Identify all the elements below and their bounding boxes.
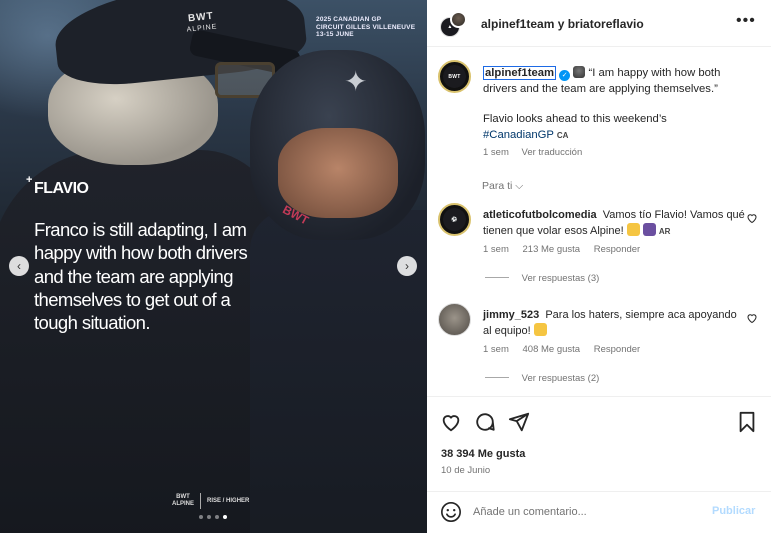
replies-line	[485, 277, 509, 278]
event-circuit: CIRCUIT GILLES VILLENEUVE	[316, 23, 416, 31]
comment-likes[interactable]: 408 Me gusta	[523, 344, 581, 355]
comment-bubble-icon[interactable]	[474, 411, 496, 433]
comment-input[interactable]	[473, 501, 703, 523]
translate-link[interactable]: Ver traducción	[522, 147, 583, 158]
view-replies-button[interactable]: Ver respuestas (2)	[485, 373, 599, 384]
for-you-label: Para ti	[482, 180, 513, 192]
club-logo-icon: ⚽	[451, 216, 458, 223]
heart-icon[interactable]	[746, 212, 758, 224]
carousel-dot	[215, 515, 219, 519]
chevron-right-icon: ›	[405, 259, 409, 273]
carousel-prev-button[interactable]: ‹	[9, 256, 29, 276]
verified-badge-icon: ✓	[559, 70, 571, 81]
comment-meta: 1 sem 408 Me gusta Responder	[483, 344, 651, 355]
caption-meta: 1 sem Ver traducción	[483, 147, 592, 158]
comment-username[interactable]: jimmy_523	[483, 309, 539, 321]
post-date: 10 de Junio	[441, 465, 491, 476]
comment-text: atleticofutbolcomedia Vamos tío Flavio! …	[483, 208, 745, 239]
praying-hands-emoji-icon	[533, 323, 547, 337]
carousel-dot-active	[223, 515, 227, 519]
image-footer-logos: BWT ALPINE RISE / HIGHER	[172, 493, 249, 509]
image-quote: Franco is still adapting, I am happy wit…	[34, 219, 248, 334]
for-you-toggle[interactable]: Para ti ⌵	[482, 180, 523, 193]
caption-username[interactable]: alpinef1team	[483, 66, 557, 80]
carousel-next-button[interactable]: ›	[397, 256, 417, 276]
reply-button[interactable]: Responder	[594, 344, 640, 355]
event-dates: 13-15 JUNE	[316, 31, 354, 38]
footer-separator	[200, 493, 202, 509]
event-badge: 2025 CANADIAN GP CIRCUIT GILLES VILLENEU…	[316, 16, 415, 39]
footer-brand-logo: BWT ALPINE	[172, 494, 194, 508]
add-comment-bar: Publicar	[427, 491, 771, 533]
replies-line	[485, 377, 509, 378]
carousel-dot	[207, 515, 211, 519]
likes-count[interactable]: 38 394 Me gusta	[441, 448, 525, 460]
carousel-dot	[199, 515, 203, 519]
comment-avatar[interactable]	[438, 303, 471, 336]
race-driver-emoji-icon	[573, 66, 586, 78]
flag-ca-icon: CA	[556, 130, 569, 140]
view-replies-label: Ver respuestas (3)	[521, 273, 600, 284]
cap-logo: BWT ALPINE	[185, 10, 218, 35]
caption-time: 1 sem	[483, 147, 509, 158]
chevron-left-icon: ‹	[17, 259, 21, 273]
carousel-dots	[199, 515, 227, 519]
caption-line2: Flavio looks ahead to this weekend’s	[483, 113, 667, 125]
comment-avatar[interactable]: ⚽	[438, 203, 471, 236]
alpinestars-logo-icon: ✦	[344, 66, 368, 97]
chevron-down-icon: ⌵	[515, 180, 524, 192]
driver-face	[278, 128, 398, 218]
view-replies-label: Ver respuestas (2)	[521, 373, 600, 384]
plus-icon: +	[26, 174, 32, 186]
comment-time: 1 sem	[483, 244, 509, 255]
header-accounts[interactable]: alpinef1team y briatoreflavio	[481, 17, 644, 31]
like-heart-icon[interactable]	[440, 411, 462, 433]
race-car-emoji-icon	[642, 223, 656, 237]
flavio-label: + FLAVIO	[24, 174, 89, 198]
caption-text: alpinef1team ✓ “I am happy with how both…	[483, 66, 743, 143]
event-title: 2025 CANADIAN GP	[316, 16, 382, 23]
comment-username[interactable]: atleticofutbolcomedia	[483, 209, 597, 221]
alpine-logo-icon: BWT	[448, 73, 461, 80]
share-send-icon[interactable]	[508, 411, 530, 433]
reply-button[interactable]: Responder	[594, 244, 640, 255]
comment-likes[interactable]: 213 Me gusta	[523, 244, 581, 255]
flag-ar-icon: AR	[658, 227, 671, 237]
comment-meta: 1 sem 213 Me gusta Responder	[483, 244, 651, 255]
post-actions: 38 394 Me gusta 10 de Junio	[427, 396, 771, 491]
comment-time: 1 sem	[483, 344, 509, 355]
flexed-biceps-emoji-icon	[626, 223, 640, 237]
caption-avatar[interactable]: BWT	[438, 60, 471, 93]
view-replies-button[interactable]: Ver respuestas (3)	[485, 273, 599, 284]
avatar-briatoreflavio[interactable]	[450, 11, 467, 28]
post-panel: ▲ alpinef1team y briatoreflavio ••• BWT …	[427, 0, 771, 533]
post-header: ▲ alpinef1team y briatoreflavio •••	[427, 0, 771, 47]
briatore-jacket	[0, 150, 280, 533]
footer-team-text: ALPINE	[172, 501, 195, 507]
post-media-carousel[interactable]: BWT ALPINE ✦ BWT 2025 CANADIAN GP CIRCUI…	[0, 0, 427, 533]
footer-motto: RISE / HIGHER	[207, 498, 250, 504]
publish-button[interactable]: Publicar	[712, 505, 755, 517]
heart-icon[interactable]	[746, 312, 758, 324]
emoji-smile-icon[interactable]	[440, 501, 462, 523]
more-horizontal-icon[interactable]: •••	[736, 12, 756, 30]
hashtag-link[interactable]: #CanadianGP	[483, 129, 554, 141]
flavio-label-text: FLAVIO	[34, 180, 89, 197]
bookmark-icon[interactable]	[736, 411, 758, 433]
comment-text: jimmy_523 Para los haters, siempre aca a…	[483, 308, 745, 339]
footer-brand-text: BWT	[176, 494, 190, 500]
